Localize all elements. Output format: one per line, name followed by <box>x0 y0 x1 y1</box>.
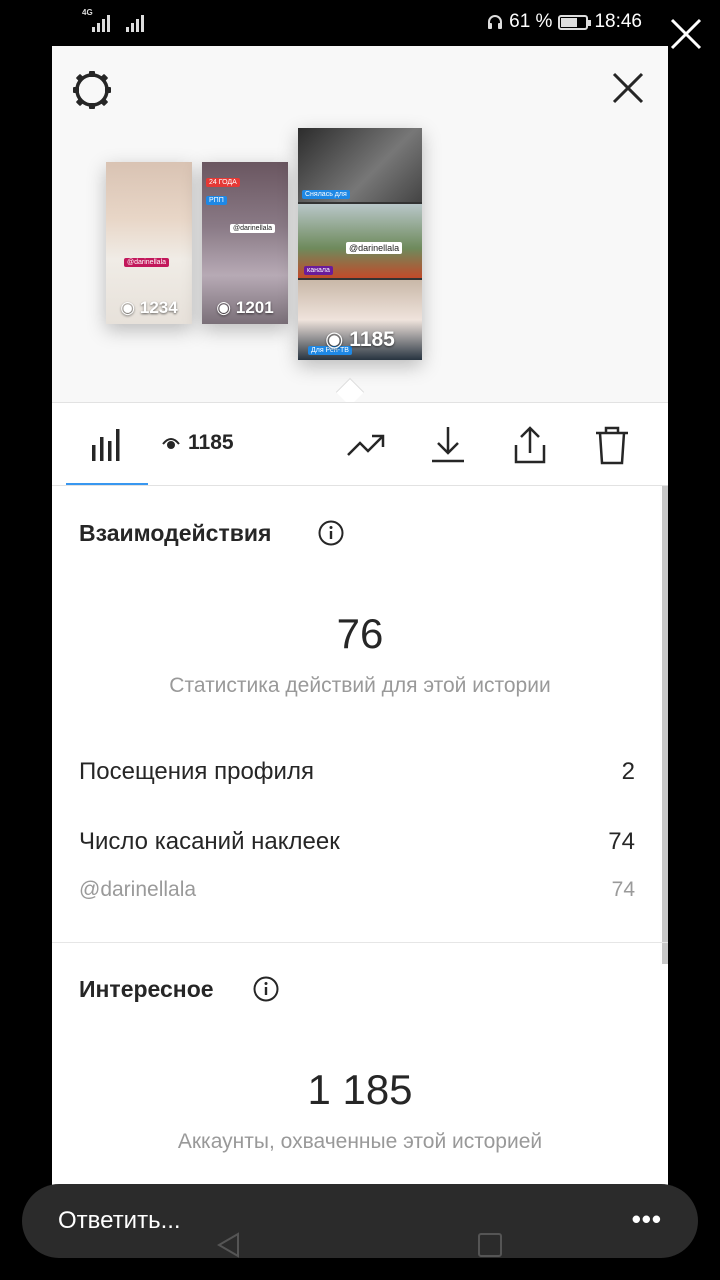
story-preview-area: @darinellala ◉ 1234 24 ГОДА РПП @darinel… <box>52 46 668 407</box>
info-icon[interactable] <box>253 976 279 1002</box>
reach-subtitle: Аккаунты, охваченные этой историей <box>177 1130 543 1153</box>
interactions-total: 76 <box>336 610 384 657</box>
signal-icon-2 <box>126 12 144 32</box>
story-thumbnail[interactable]: @darinellala ◉ 1234 <box>106 162 192 324</box>
home-icon[interactable] <box>478 1233 502 1257</box>
close-icon[interactable] <box>668 16 704 52</box>
trash-icon[interactable] <box>592 425 632 465</box>
info-icon[interactable] <box>318 520 344 546</box>
bar-chart-icon[interactable] <box>92 429 122 461</box>
eye-icon: ◉ <box>120 298 140 317</box>
active-tab-indicator <box>66 483 148 485</box>
status-right: 61 % 18:46 <box>487 11 642 33</box>
story-frame: @darinellala канала <box>298 204 422 278</box>
story-caption: Снялась для <box>302 190 350 199</box>
headset-icon <box>488 15 503 29</box>
battery-percent: 61 % <box>509 11 553 32</box>
story-caption: РПП <box>206 196 227 205</box>
interactions-subtitle: Статистика действий для этой истории <box>169 674 551 697</box>
story-thumbnail-selected[interactable]: Снялась для @darinellala канала Для Рен-… <box>298 128 422 360</box>
more-options-button[interactable]: ••• <box>632 1204 662 1235</box>
scrollbar[interactable] <box>662 486 668 964</box>
interactions-section: Взаимодействия 76 Статистика действий дл… <box>52 486 662 942</box>
clock: 18:46 <box>594 11 642 32</box>
section-title: Взаимодействия <box>79 520 272 546</box>
stat-value: 74 <box>611 878 635 901</box>
share-icon[interactable] <box>510 425 550 465</box>
mention-sticker: @darinellala <box>124 258 170 267</box>
gear-icon[interactable] <box>70 68 114 112</box>
story-views: ◉ 1234 <box>120 298 178 317</box>
battery-icon <box>558 14 592 30</box>
stat-label: @darinellala <box>79 878 197 901</box>
mention-sticker: @darinellala <box>346 242 403 254</box>
signal-icon <box>92 12 110 32</box>
views-count: 1185 <box>162 431 234 455</box>
story-caption: 24 ГОДА <box>206 178 240 187</box>
discovery-section: Интересное 1 185 Аккаунты, охваченные эт… <box>52 942 662 1210</box>
stat-subrow-mention: @darinellala 74 <box>79 878 635 902</box>
story-views: ◉ 1201 <box>216 298 274 317</box>
section-title: Интересное <box>79 976 214 1002</box>
status-bar: 4G 61 % 18:46 <box>0 0 720 46</box>
story-frame: Снялась для <box>298 128 422 202</box>
story-thumbnail[interactable]: 24 ГОДА РПП @darinellala ◉ 1201 <box>202 162 288 324</box>
eye-icon: ◉ <box>216 298 236 317</box>
download-icon[interactable] <box>428 425 468 465</box>
eye-icon <box>162 438 180 449</box>
reply-input[interactable]: Ответить... ••• <box>22 1184 698 1258</box>
stat-value: 74 <box>608 828 635 855</box>
eye-icon: ◉ <box>325 328 350 351</box>
stat-label: Число касаний наклеек <box>79 828 340 855</box>
stat-value: 2 <box>621 758 635 785</box>
reach-total: 1 185 <box>307 1066 413 1113</box>
stat-label: Посещения профиля <box>79 758 314 785</box>
insights-toolbar: 1185 <box>52 402 668 486</box>
reply-placeholder: Ответить... <box>58 1207 181 1234</box>
stat-row-profile-visits: Посещения профиля 2 <box>79 758 635 786</box>
stat-row-sticker-taps: Число касаний наклеек 74 <box>79 828 635 856</box>
story-views: ◉ 1185 <box>325 328 395 351</box>
back-icon[interactable] <box>216 1232 240 1258</box>
story-insights-card: @darinellala ◉ 1234 24 ГОДА РПП @darinel… <box>52 46 668 1210</box>
mention-sticker: @darinellala <box>230 224 276 233</box>
story-caption: канала <box>304 266 333 275</box>
close-icon[interactable] <box>610 70 646 106</box>
trending-icon[interactable] <box>346 425 386 465</box>
